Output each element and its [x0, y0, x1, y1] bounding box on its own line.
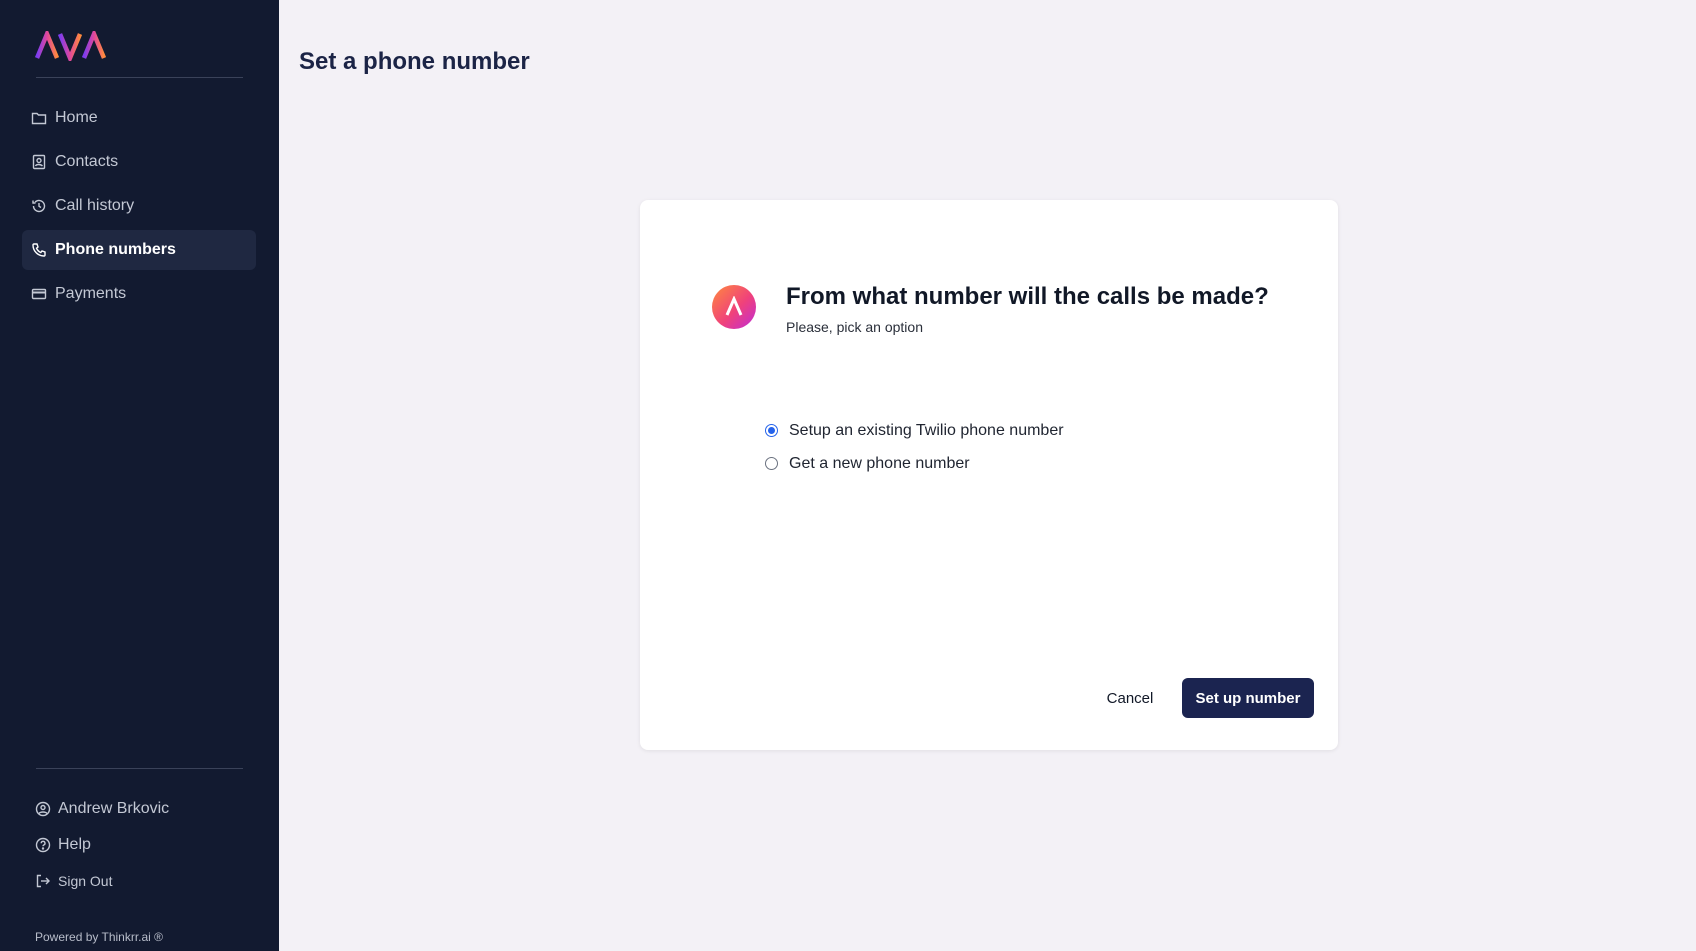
nav-item-call-history[interactable]: Call history [22, 186, 256, 226]
sign-out-label: Sign Out [58, 873, 113, 889]
help-link[interactable]: Help [34, 827, 254, 863]
contact-card-icon [30, 153, 48, 171]
dialog-subtitle: Please, pick an option [786, 319, 923, 335]
nav-label: Phone numbers [55, 241, 176, 258]
ava-badge-icon [712, 285, 756, 329]
nav-label: Contacts [55, 153, 119, 170]
nav-label: Home [55, 109, 98, 126]
radio-selected[interactable] [765, 424, 778, 437]
page-title: Set a phone number [299, 48, 530, 75]
folder-icon [30, 109, 48, 127]
user-profile-link[interactable]: Andrew Brkovic [34, 791, 254, 827]
nav-label: Payments [55, 285, 127, 302]
user-name: Andrew Brkovic [58, 800, 170, 817]
nav-item-home[interactable]: Home [22, 98, 256, 138]
nav-item-contacts[interactable]: Contacts [22, 142, 256, 182]
ava-logo [35, 31, 107, 61]
sidebar: Home Contacts Call history Phone numbers… [0, 0, 279, 951]
dialog-title: From what number will the calls be made? [786, 283, 1269, 310]
option-new-number[interactable]: Get a new phone number [765, 447, 1064, 480]
phone-setup-dialog: From what number will the calls be made?… [640, 200, 1338, 750]
phone-icon [30, 241, 48, 259]
powered-by-text: Powered by Thinkrr.ai ® [35, 930, 164, 944]
set-up-number-button[interactable]: Set up number [1182, 678, 1314, 718]
help-label: Help [58, 836, 91, 853]
option-label: Get a new phone number [789, 454, 970, 472]
radio-unselected[interactable] [765, 457, 778, 470]
history-icon [30, 197, 48, 215]
sign-out-button[interactable]: Sign Out [34, 863, 254, 899]
credit-card-icon [30, 285, 48, 303]
nav-item-phone-numbers[interactable]: Phone numbers [22, 230, 256, 270]
help-circle-icon [34, 836, 52, 854]
nav-label: Call history [55, 197, 135, 214]
main-nav: Home Contacts Call history Phone numbers… [22, 98, 256, 318]
nav-item-payments[interactable]: Payments [22, 274, 256, 314]
option-existing-twilio[interactable]: Setup an existing Twilio phone number [765, 414, 1064, 447]
account-nav: Andrew Brkovic Help Sign Out [34, 791, 254, 899]
logo-divider [36, 77, 243, 78]
bottom-divider [36, 768, 243, 769]
cancel-button[interactable]: Cancel [1088, 678, 1172, 718]
option-label: Setup an existing Twilio phone number [789, 421, 1064, 439]
sign-out-icon [34, 872, 52, 890]
number-options: Setup an existing Twilio phone number Ge… [765, 414, 1064, 480]
user-circle-icon [34, 800, 52, 818]
